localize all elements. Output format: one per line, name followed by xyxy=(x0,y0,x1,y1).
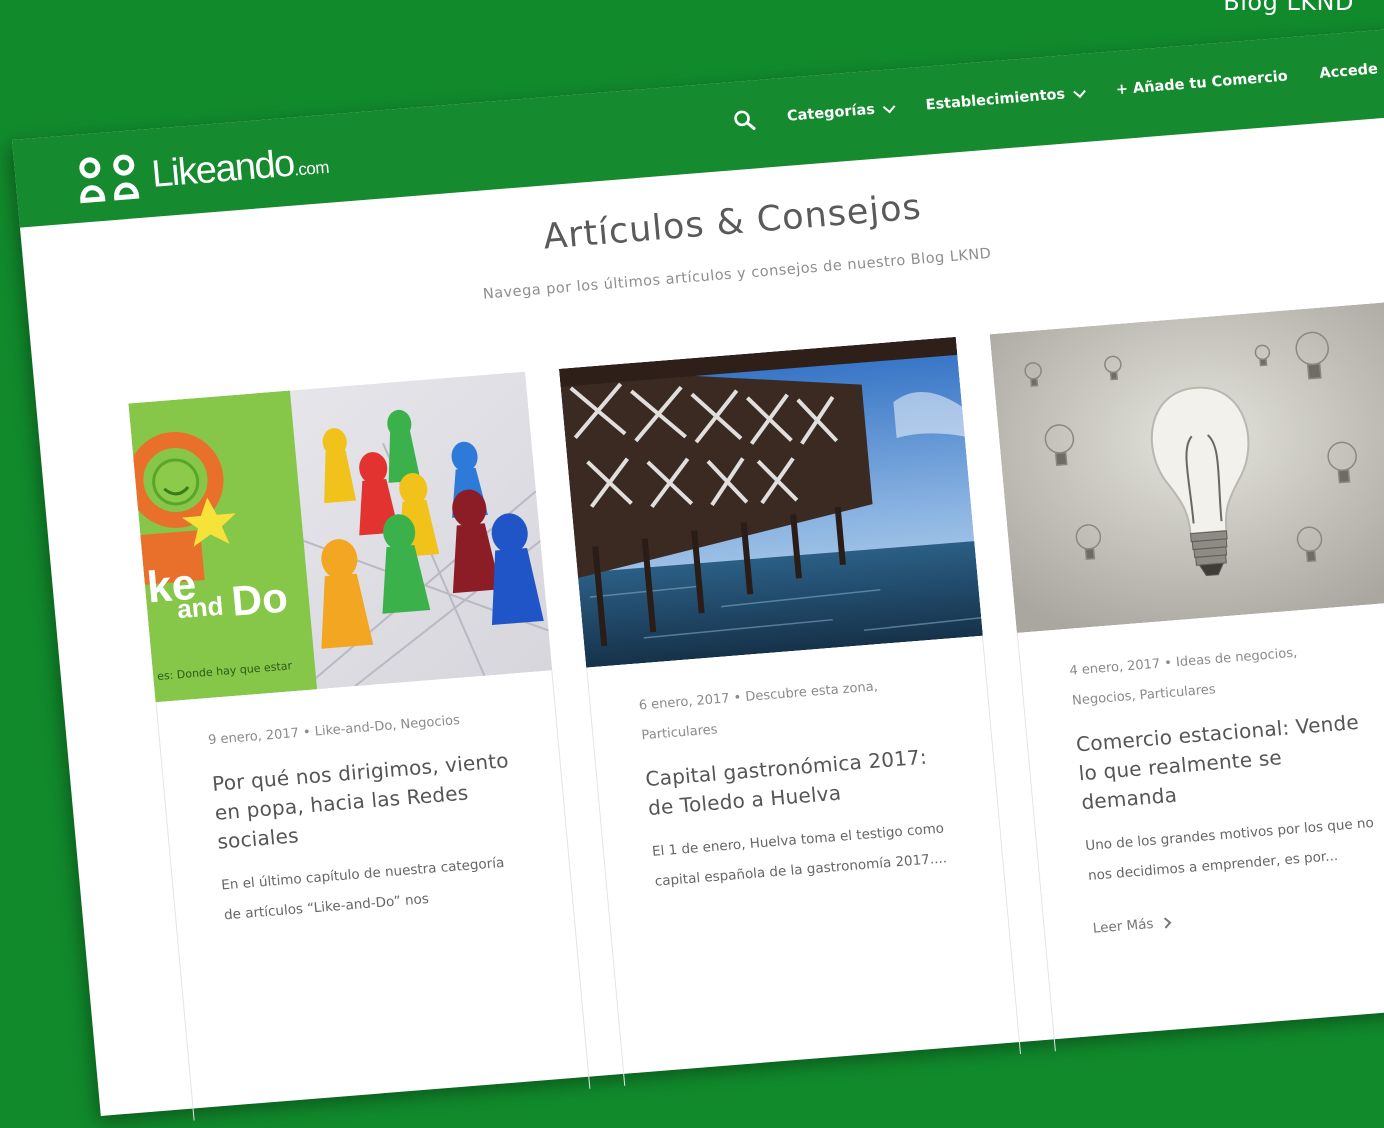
article-card[interactable]: 4 enero, 2017 • Ideas de negocios, Negoc… xyxy=(989,302,1384,1052)
chevron-down-icon xyxy=(882,100,896,113)
search-button[interactable] xyxy=(732,108,756,132)
article-card-body: 4 enero, 2017 • Ideas de negocios, Negoc… xyxy=(1016,601,1384,1052)
search-icon xyxy=(734,110,756,130)
image-text-and: and xyxy=(176,591,225,625)
light-bulbs-image xyxy=(989,302,1384,633)
article-card[interactable]: 6 enero, 2017 • Descubre esta zona, Part… xyxy=(558,336,1021,1086)
logo-suffix: .com xyxy=(293,157,330,179)
article-excerpt: El 1 de enero, Huelva toma el testigo co… xyxy=(651,820,948,890)
site-logo[interactable]: Likeando.com xyxy=(74,137,331,205)
nav-categorias[interactable]: Categorías xyxy=(786,100,896,125)
pier-photo-image xyxy=(558,336,983,668)
nav-establecimientos[interactable]: Establecimientos xyxy=(924,84,1086,114)
article-title[interactable]: Capital gastronómica 2017: de Toledo a H… xyxy=(644,741,948,823)
screenshot-stage: Likeando.com Categorías Establecimientos xyxy=(12,26,1384,1121)
nav-establecimientos-label: Establecimientos xyxy=(924,86,1066,114)
read-more-label: Leer Más xyxy=(1092,915,1155,937)
chevron-down-icon xyxy=(1072,84,1086,98)
main-nav: Categorías Establecimientos + Añade tu C… xyxy=(732,56,1384,132)
article-title[interactable]: Por qué nos dirigimos, viento en popa, h… xyxy=(211,746,518,857)
article-card-body: 9 enero, 2017 • Like-and-Do, Negocios Po… xyxy=(155,670,591,1121)
board-game-pawns-image: ke and Do es: Donde hay que estar xyxy=(128,371,553,703)
logo-people-icon xyxy=(79,154,140,204)
article-excerpt: En el último capítulo de nuestra categor… xyxy=(220,854,505,924)
article-excerpt: Uno de los grandes motivos por los que n… xyxy=(1084,814,1375,884)
image-text-do: Do xyxy=(230,573,290,624)
nav-anade-comercio[interactable]: + Añade tu Comercio xyxy=(1115,69,1288,99)
chevron-right-icon xyxy=(1160,917,1172,929)
article-title[interactable]: Comercio estacional: Vende lo que realme… xyxy=(1075,707,1382,818)
article-image-like-and-do[interactable]: ke and Do es: Donde hay que estar xyxy=(128,371,553,703)
nav-accede-label: Accede xyxy=(1318,61,1379,82)
article-meta: 9 enero, 2017 • Like-and-Do, Negocios xyxy=(207,712,461,749)
nav-anade-label: + Añade tu Comercio xyxy=(1115,68,1289,99)
article-image-light-bulbs[interactable] xyxy=(989,302,1384,633)
article-card[interactable]: ke and Do es: Donde hay que estar 9 ener… xyxy=(128,371,591,1121)
article-image-huelva-pier[interactable] xyxy=(558,336,983,668)
blog-caption: Blog LKND xyxy=(1223,0,1354,16)
article-card-body: 6 enero, 2017 • Descubre esta zona, Part… xyxy=(586,635,1021,1086)
article-list: ke and Do es: Donde hay que estar 9 ener… xyxy=(128,300,1384,1121)
nav-accede[interactable]: Accede xyxy=(1319,61,1379,82)
logo-wordmark: Likeando.com xyxy=(150,139,330,196)
nav-categorias-label: Categorías xyxy=(786,101,876,125)
web-page: Likeando.com Categorías Establecimientos xyxy=(12,26,1384,1121)
read-more-link[interactable]: Leer Más xyxy=(1092,897,1384,937)
logo-text: Likeando xyxy=(149,142,296,196)
